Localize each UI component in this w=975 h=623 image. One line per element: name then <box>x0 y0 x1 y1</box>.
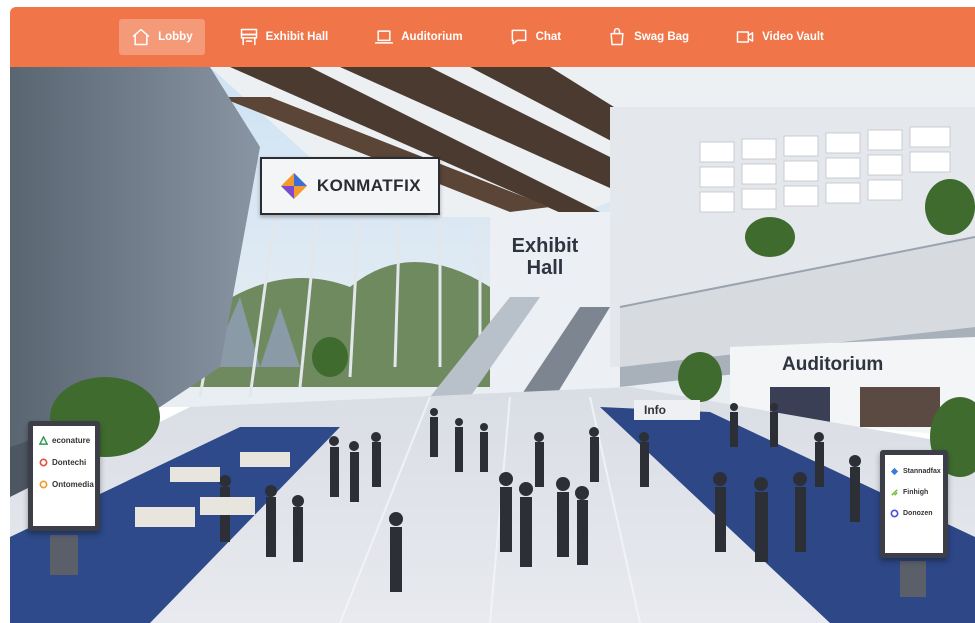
nav-swag-bag[interactable]: Swag Bag <box>595 19 701 55</box>
sponsor-stannadfax-label: Stannadfax <box>903 468 941 475</box>
kiosk-right-stand <box>900 561 926 597</box>
nav-video-vault-label: Video Vault <box>762 31 824 43</box>
konmatfix-banner-text: KONMATFIX <box>316 176 422 195</box>
konmatfix-logo <box>280 173 307 199</box>
sponsor-ontomedia-label: Ontomedia <box>52 480 94 489</box>
info-desk-sign[interactable]: Info <box>634 400 700 420</box>
shopping-bag-icon <box>610 27 624 46</box>
konmatfix-banner-sign[interactable]: KONMATFIX <box>260 157 440 215</box>
lobby-background <box>10 67 975 623</box>
sponsor-donozen-label: Donozen <box>903 510 933 517</box>
top-navigation-bar: Lobby Exhibit Hall Auditorium Chat Swag … <box>10 7 975 67</box>
video-camera-icon <box>736 31 754 43</box>
sponsor-econature[interactable]: econature <box>39 436 91 445</box>
sponsor-donozen[interactable]: Donozen <box>890 509 938 518</box>
sponsor-kiosk-left[interactable]: econature Dontechi Ontomedia <box>28 421 100 531</box>
sponsor-finhigh-label: Finhigh <box>903 489 929 496</box>
nav-auditorium-label: Auditorium <box>401 31 463 43</box>
nav-auditorium[interactable]: Auditorium <box>362 19 474 55</box>
dontechi-logo-icon <box>39 458 48 467</box>
nav-chat-label: Chat <box>535 31 562 43</box>
stannadfax-logo-icon <box>890 467 899 476</box>
sponsor-econature-label: econature <box>52 436 91 445</box>
sponsor-kiosk-right[interactable]: Stannadfax Finhigh Donozen <box>880 450 948 558</box>
finhigh-logo-icon <box>891 489 898 496</box>
home-icon <box>132 28 150 46</box>
sponsor-ontomedia[interactable]: Ontomedia <box>39 480 94 489</box>
booth-icon <box>240 28 257 46</box>
lobby-3d-scene[interactable]: KONMATFIX Exhibit Hall Auditorium Info e… <box>10 67 975 623</box>
nav-swag-bag-label: Swag Bag <box>634 31 690 43</box>
chat-bubble-icon <box>511 29 526 45</box>
nav-lobby[interactable]: Lobby <box>119 19 205 55</box>
nav-video-vault[interactable]: Video Vault <box>723 19 836 55</box>
sponsor-dontechi[interactable]: Dontechi <box>39 458 89 467</box>
nav-lobby-label: Lobby <box>158 31 193 43</box>
sponsor-finhigh[interactable]: Finhigh <box>890 488 938 497</box>
exhibit-hall-sign[interactable]: Exhibit Hall <box>510 235 580 279</box>
exhibit-hall-sign-line2: Hall <box>526 257 564 279</box>
virtual-event-window: Lobby Exhibit Hall Auditorium Chat Swag … <box>10 7 975 623</box>
nav-chat[interactable]: Chat <box>497 19 574 55</box>
nav-exhibit-hall-label: Exhibit Hall <box>265 31 329 43</box>
sponsor-dontechi-label: Dontechi <box>52 458 87 467</box>
econature-logo-icon <box>39 436 48 445</box>
exhibit-hall-sign-line1: Exhibit <box>511 235 579 257</box>
auditorium-sign[interactable]: Auditorium <box>782 354 883 376</box>
laptop-icon <box>375 30 394 44</box>
donozen-logo-icon <box>890 509 899 518</box>
sponsor-stannadfax[interactable]: Stannadfax <box>890 467 941 476</box>
ontomedia-logo-icon <box>39 480 48 489</box>
nav-exhibit-hall[interactable]: Exhibit Hall <box>227 19 341 55</box>
kiosk-left-stand <box>50 535 78 575</box>
